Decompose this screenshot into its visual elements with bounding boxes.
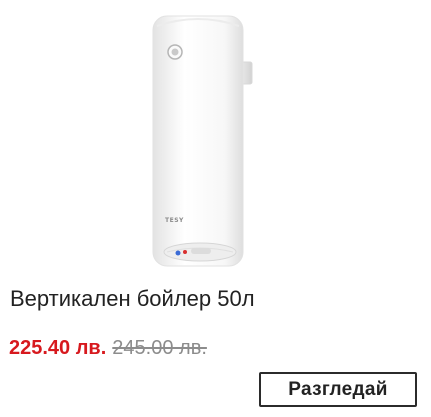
product-card: TESY Вертикален бойлер 50л 225.40 лв. 245… <box>0 0 431 417</box>
svg-text:TESY: TESY <box>165 217 184 224</box>
price-row: 225.40 лв. 245.00 лв. <box>9 335 207 361</box>
product-image[interactable]: TESY <box>145 12 265 272</box>
product-title[interactable]: Вертикален бойлер 50л <box>10 286 255 312</box>
view-product-button[interactable]: Разгледай <box>259 372 417 407</box>
water-heater-illustration: TESY <box>152 15 253 267</box>
current-price: 225.40 лв. <box>9 337 107 359</box>
old-price: 245.00 лв. <box>112 337 207 359</box>
